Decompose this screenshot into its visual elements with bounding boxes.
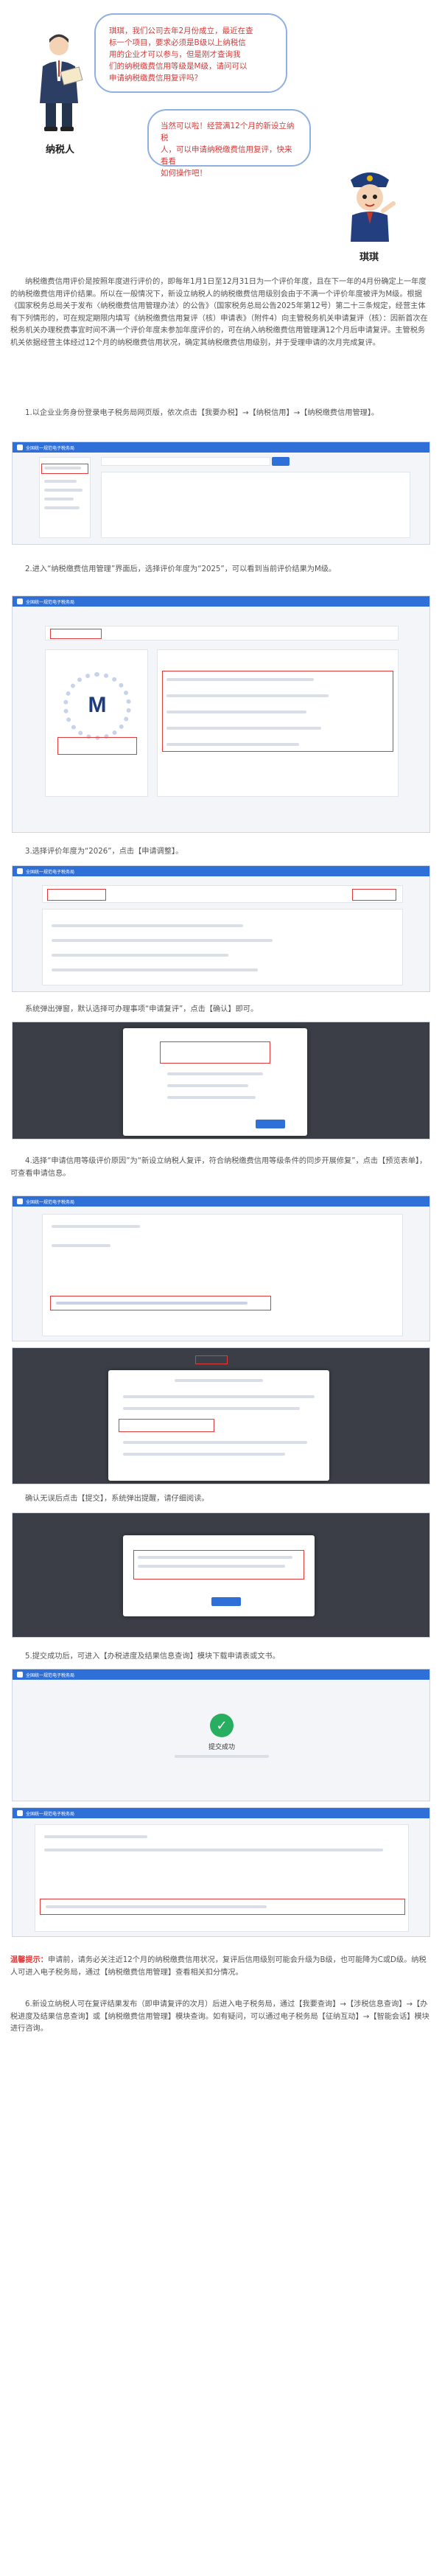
officer-figure [340,164,399,245]
portal-logo-icon [17,444,23,450]
taxpayer-figure [29,29,88,133]
portal-title: 全国统一规范电子税务局 [26,446,75,451]
year-select-highlight[interactable] [50,629,102,639]
success-check-icon: ✓ [210,1714,234,1737]
content-panel [101,472,410,538]
officer-line-3: 如何操作吧！ [161,169,207,178]
indicator-table-3 [42,909,403,985]
step-4b-text: 确认无误后点击【提交】，系统弹出提醒，请仔细阅读。 [25,1495,209,1503]
screenshot-step-1: 全国统一规范电子税务局 [12,441,430,545]
step-3-text: 3.选择评价年度为“2026”，点击【申请调整】。 [25,848,183,856]
tip-2: 6.新设立纳税人可在复评结果发布（即申请复评的次月）后进入电子税务局，通过【我要… [10,2000,429,2033]
reason-form [42,1214,403,1336]
portal-logo-icon-3 [17,868,23,874]
progress-query-panel [35,1824,409,1932]
taxpayer-line-3: 用的企业才可以参与，但是刚才查询我 [109,50,241,59]
screenshot-step-3-dialog [12,1022,430,1139]
portal-header: 全国统一规范电子税务局 [13,442,429,453]
portal-title-3: 全国统一规范电子税务局 [26,870,75,875]
filter-row [42,885,403,903]
step-2-text: 2.进入“纳税缴费信用管理”界面后，选择评价年度为“2025”，可以看到当前评价… [25,565,337,573]
indicator-table [157,649,399,797]
year-2026-highlight[interactable] [47,889,106,901]
screenshot-step-4-preview [12,1347,430,1484]
confirm-button[interactable] [256,1120,285,1128]
portal-title-5: 全国统一规范电子税务局 [26,1673,75,1678]
officer-line-1: 当然可以啦！经营满12个月的新设立纳税 [161,122,295,142]
preview-form-button-highlight[interactable] [195,1355,228,1364]
portal-title-4: 全国统一规范电子税务局 [26,1200,75,1205]
portal-logo-icon-2 [17,598,23,604]
businessman-illustration [40,34,83,131]
tips-block: 温馨提示：申请前，请务必关注近12个月的纳税缴费信用状况，复评后信用级别可能会升… [10,1955,432,1979]
portal-title-6: 全国统一规范电子税务局 [26,1812,75,1817]
menu-panel [39,457,91,538]
taxpayer-label: 纳税人 [46,144,75,156]
portal-header-6: 全国统一规范电子税务局 [13,1808,429,1818]
credit-level-highlight [57,737,137,755]
portal-header-5: 全国统一规范电子税务局 [13,1669,429,1680]
search-bar[interactable] [101,457,270,466]
credit-level-card: M [45,649,148,797]
portal-header-3: 全国统一规范电子税务局 [13,866,429,876]
year-filter-panel [45,626,399,640]
tips-label: 温馨提示： [10,1956,48,1964]
portal-logo-icon-5 [17,1672,23,1678]
step-5-text: 5.提交成功后，可进入【办税进度及结果信息查询】模块下载申请表或文书。 [25,1652,280,1661]
officer-speech-bubble: 当然可以啦！经营满12个月的新设立纳税 人，可以申请纳税缴费信用复评，快来看看 … [147,109,311,178]
portal-header-2: 全国统一规范电子税务局 [13,596,429,607]
preview-reason-highlight [119,1419,214,1432]
apply-dialog [123,1028,307,1136]
portal-header-4: 全国统一规范电子税务局 [13,1196,429,1207]
taxpayer-line-4: 们的纳税缴费信用等级是M级，请问可以 [109,62,248,71]
tip-1: 申请前，请务必关注近12个月的纳税缴费信用状况，复评后信用级别可能会升级为B级，… [10,1956,427,1977]
intro-paragraph: 纳税缴费信用评价是按照年度进行评价的，即每年1月1日至12月31日为一个评价年度… [10,278,428,347]
success-text: 提交成功 [208,1743,235,1751]
notice-dialog [123,1535,315,1616]
apply-adjust-button-highlight[interactable] [352,889,396,901]
portal-logo-icon-4 [17,1198,23,1204]
portal-logo-icon-6 [17,1810,23,1816]
tax-officer-illustration [351,172,396,242]
portal-title-2: 全国统一规范电子税务局 [26,600,75,605]
step-4-text: 4.选择“申请信用等级评价原因”为“新设立纳税人复评，符合纳税缴费信用等级条件的… [10,1157,427,1178]
screenshot-step-4: 全国统一规范电子税务局 [12,1195,430,1341]
credit-level-value: M [88,693,107,717]
submit-confirm-button[interactable] [211,1597,241,1606]
officer-label: 琪琪 [359,252,379,263]
taxpayer-line-2: 标一个项目，要求必须是B级以上纳税信 [109,38,246,47]
screenshot-step-2: 全国统一规范电子税务局 M [12,596,430,833]
officer-line-2: 人，可以申请纳税缴费信用复评，快来看看 [161,145,292,166]
screenshot-step-5-success: 全国统一规范电子税务局 ✓ 提交成功 [12,1669,430,1801]
taxpayer-speech-bubble: 琪琪，我们公司去年2月份成立，最近在查 标一个项目，要求必须是B级以上纳税信 用… [94,13,287,93]
apply-reeval-option-highlight[interactable] [160,1041,270,1064]
step-3b-text: 系统弹出弹窗，默认选择可办理事项“申请复评”，点击【确认】即可。 [25,1005,259,1013]
search-button[interactable] [272,457,290,466]
step-1-text: 1.以企业业务身份登录电子税务局网页版，依次点击【我要办税】→【纳税信用】→【纳… [25,409,379,417]
preview-form-dialog [108,1370,329,1481]
screenshot-step-5-progress: 全国统一规范电子税务局 [12,1807,430,1937]
screenshot-step-4-notice [12,1512,430,1638]
taxpayer-line-1: 琪琪，我们公司去年2月份成立，最近在查 [109,27,253,35]
taxpayer-line-5: 申请纳税缴费信用复评吗？ [109,74,202,83]
screenshot-step-3: 全国统一规范电子税务局 [12,865,430,992]
